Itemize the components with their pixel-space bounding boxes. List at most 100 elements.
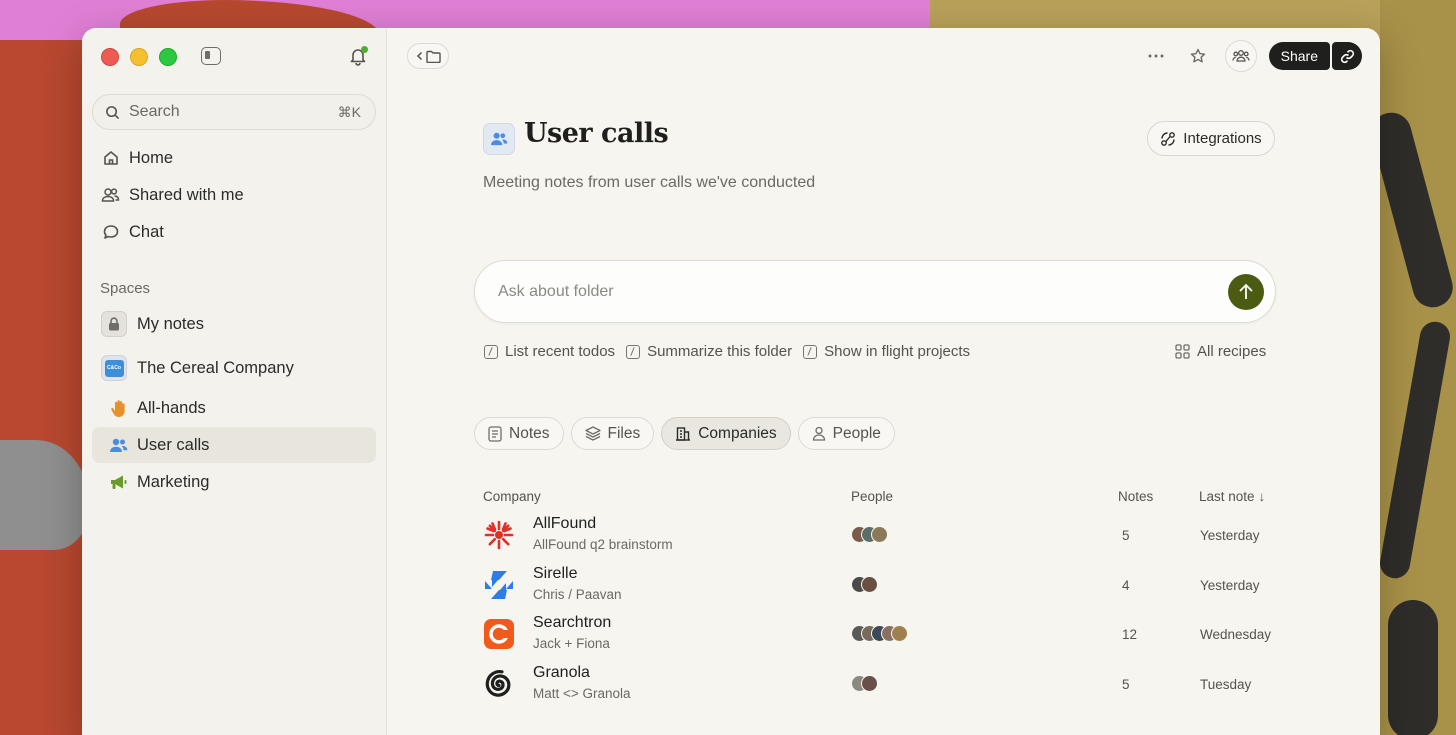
company-note-title: Matt <> Granola [533,686,631,701]
sidebar-item-label: Home [129,148,174,167]
notes-count: 4 [1122,578,1130,593]
home-icon [101,149,120,168]
space-label: User calls [137,435,210,454]
share-button[interactable]: Share [1268,42,1330,70]
sirelle-logo [483,569,515,601]
person-icon [812,426,825,441]
space-marketing[interactable]: Marketing [92,464,376,500]
arrow-up-icon [1239,283,1253,299]
main-panel: Share User calls Integrations Meeting no… [387,28,1380,735]
space-cereal-company[interactable]: C&Co The Cereal Company [92,350,376,386]
space-user-calls[interactable]: User calls [92,427,376,463]
ask-folder-box [474,260,1276,323]
page-title: User calls [524,118,669,149]
slash-command-icon [626,344,641,359]
column-header-people[interactable]: People [851,489,893,504]
avatar [861,576,878,593]
company-name: Sirelle [533,565,578,582]
searchtron-logo [483,618,515,650]
column-header-label: Last note [1199,489,1255,504]
recipe-summarize-folder[interactable]: Summarize this folder [626,343,792,360]
column-header-notes[interactable]: Notes [1118,489,1153,504]
people-avatars [851,576,878,593]
last-note-date: Yesterday [1200,528,1260,543]
people-avatars [851,526,888,543]
send-button[interactable] [1228,273,1264,310]
integrations-button[interactable]: Integrations [1147,121,1275,156]
note-icon [488,425,502,442]
sidebar-item-chat[interactable]: Chat [92,214,376,250]
people-icon [109,436,128,455]
column-header-company[interactable]: Company [483,489,541,504]
tab-people[interactable]: People [797,417,895,450]
more-options-button[interactable] [1141,41,1171,71]
chat-icon [101,223,120,242]
sidebar-item-label: Chat [129,222,164,241]
search-label: Search [129,103,180,120]
column-header-last-note[interactable]: Last note ↓ [1199,489,1265,504]
tab-companies[interactable]: Companies [661,417,791,450]
avatar [861,675,878,692]
copy-link-button[interactable] [1332,42,1362,70]
minimize-window-button[interactable] [130,48,148,66]
all-recipes-label: All recipes [1197,343,1267,360]
group-icon [1231,50,1250,62]
company-note-title: Chris / Paavan [533,587,622,602]
recipe-list-todos[interactable]: List recent todos [484,343,615,360]
tab-label: People [832,424,881,442]
all-recipes-link[interactable]: All recipes [1175,343,1266,360]
tab-notes[interactable]: Notes [474,417,564,450]
tab-label: Notes [509,424,550,442]
ask-folder-input[interactable] [498,282,1228,301]
sidebar-item-home[interactable]: Home [92,140,376,176]
page-description: Meeting notes from user calls we've cond… [483,174,816,191]
last-note-date: Wednesday [1200,627,1272,642]
notes-count: 12 [1122,627,1138,642]
search-shortcut: ⌘K [337,103,361,120]
company-name: Granola [533,664,590,681]
sort-arrow-icon: ↓ [1258,489,1266,504]
ellipsis-icon [1148,54,1164,58]
space-my-notes[interactable]: My notes [92,306,376,342]
tab-label: Files [607,424,641,442]
members-button[interactable] [1224,40,1257,72]
integrations-icon [1161,131,1176,146]
slash-command-icon [484,344,498,359]
company-name: Searchtron [533,614,612,631]
share-group: Share [1268,42,1362,70]
sidebar-item-shared[interactable]: Shared with me [92,177,376,213]
close-window-button[interactable] [101,48,119,66]
star-icon [1190,48,1205,63]
table-row[interactable]: Granola Matt <> Granola 5 Tuesday [483,662,1283,708]
megaphone-icon [109,473,128,492]
table-row[interactable]: AllFound AllFound q2 brainstorm 5 Yester… [483,513,1283,559]
folder-people-icon [483,123,515,155]
space-label: All-hands [137,398,206,417]
back-to-folder-button[interactable] [407,43,449,69]
cereal-company-badge: C&Co [104,359,124,377]
sidebar-toggle-icon[interactable] [201,47,221,65]
header-actions: Share [1141,40,1362,72]
people-avatars [851,675,878,692]
space-all-hands[interactable]: All-hands [92,390,376,426]
sidebar: Search ⌘K Home Shared with me Chat Space… [82,28,387,735]
table-row[interactable]: Searchtron Jack + Fiona 12 Wednesday [483,612,1283,658]
sidebar-item-label: Shared with me [129,185,244,204]
recipe-label: Show in flight projects [824,343,971,360]
hand-icon [109,399,128,418]
space-label: The Cereal Company [137,358,294,377]
table-row[interactable]: Sirelle Chris / Paavan 4 Yesterday [483,563,1283,609]
recipe-in-flight-projects[interactable]: Show in flight projects [803,343,970,360]
people-icon [101,186,120,205]
favorite-button[interactable] [1183,41,1213,71]
maximize-window-button[interactable] [159,48,177,66]
avatar [871,526,888,543]
building-icon [676,427,691,441]
notes-count: 5 [1122,677,1130,692]
granola-logo [483,668,515,700]
search-input[interactable]: Search ⌘K [92,94,376,130]
tab-files[interactable]: Files [570,417,655,450]
recipe-label: List recent todos [505,343,616,360]
notification-dot [361,46,368,53]
space-label: Marketing [137,472,210,491]
